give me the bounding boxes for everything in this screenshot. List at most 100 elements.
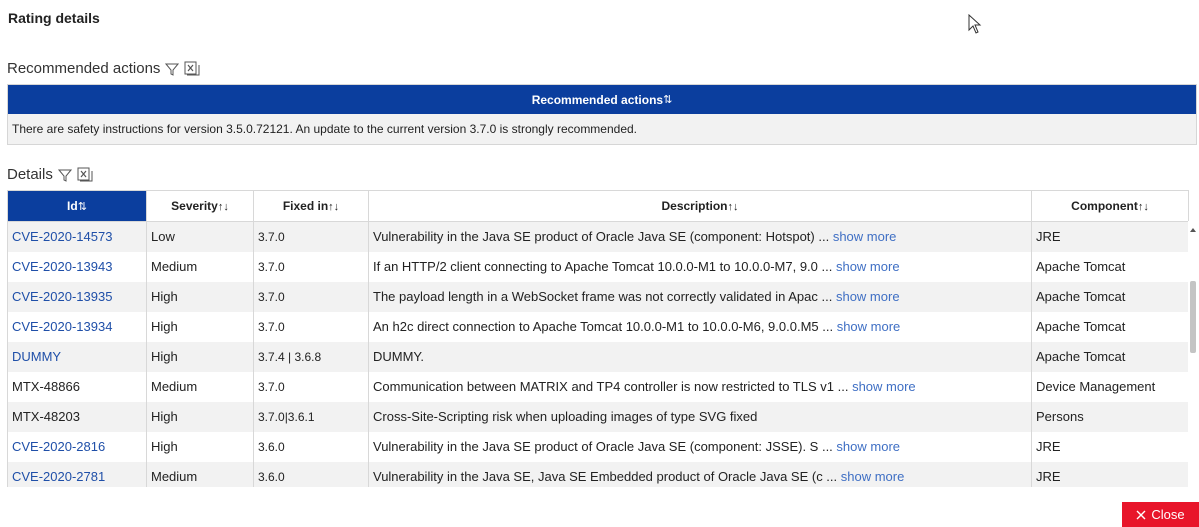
table-row[interactable]: MTX-48866 Medium 3.7.0 Communication betwee…: [7, 371, 1189, 402]
cell-id[interactable]: CVE-2020-13934: [7, 311, 147, 342]
sort-icon[interactable]: ⇅: [78, 201, 87, 213]
filter-icon[interactable]: [164, 61, 180, 77]
cell-component: Persons: [1031, 401, 1189, 432]
sort-icon[interactable]: ⇅: [663, 93, 672, 106]
cell-description: DUMMY.: [368, 341, 1032, 372]
show-more-link[interactable]: show more: [841, 469, 905, 484]
close-icon: [1136, 510, 1146, 519]
description-text: If an HTTP/2 client connecting to Apache…: [373, 259, 833, 274]
cell-fixed-in: 3.7.0: [253, 371, 369, 402]
cell-description: An h2c direct connection to Apache Tomca…: [368, 311, 1032, 342]
scrollbar-thumb[interactable]: [1190, 281, 1196, 353]
description-text: Cross-Site-Scripting risk when uploading…: [373, 409, 758, 424]
table-row[interactable]: CVE-2020-13934 High 3.7.0 An h2c direct con…: [7, 311, 1189, 342]
cell-component: JRE: [1031, 431, 1189, 462]
cell-id[interactable]: DUMMY: [7, 341, 147, 372]
column-header-fixed-in[interactable]: Fixed in↑↓: [253, 190, 369, 222]
cell-id[interactable]: CVE-2020-2781: [7, 461, 147, 487]
cell-description: Vulnerability in the Java SE product of …: [368, 431, 1032, 462]
cell-component: Apache Tomcat: [1031, 281, 1189, 312]
description-text: Vulnerability in the Java SE product of …: [373, 439, 833, 454]
excel-export-icon[interactable]: [184, 61, 200, 77]
table-row[interactable]: MTX-48203 High 3.7.0|3.6.1 Cross-Site-Scrip…: [7, 401, 1189, 432]
id-link[interactable]: CVE-2020-2781: [12, 469, 105, 484]
cell-severity: High: [146, 401, 254, 432]
recommended-actions-heading: Recommended actions: [7, 60, 200, 77]
cell-id: MTX-48203: [7, 401, 147, 432]
id-link[interactable]: CVE-2020-13935: [12, 289, 112, 304]
id-link[interactable]: CVE-2020-13934: [12, 319, 112, 334]
close-button[interactable]: Close: [1122, 502, 1199, 527]
show-more-link[interactable]: show more: [837, 319, 901, 334]
column-header-label: Component: [1071, 199, 1138, 213]
sort-icon[interactable]: ↑↓: [218, 201, 229, 213]
column-header-description[interactable]: Description↑↓: [368, 190, 1032, 222]
cell-description: Vulnerability in the Java SE product of …: [368, 221, 1032, 252]
cell-id[interactable]: CVE-2020-14573: [7, 221, 147, 252]
cell-component: JRE: [1031, 461, 1189, 487]
cell-fixed-in: 3.7.0: [253, 281, 369, 312]
id-link[interactable]: CVE-2020-13943: [12, 259, 112, 274]
cell-severity: High: [146, 341, 254, 372]
id-link[interactable]: CVE-2020-2816: [12, 439, 105, 454]
sort-icon[interactable]: ↑↓: [728, 201, 739, 213]
table-row[interactable]: CVE-2020-14573 Low 3.7.0 Vulnerability in t…: [7, 221, 1189, 252]
excel-export-icon[interactable]: [77, 167, 93, 183]
cell-fixed-in: 3.7.0: [253, 251, 369, 282]
details-heading: Details: [7, 166, 93, 183]
cell-severity: Medium: [146, 461, 254, 487]
column-header-severity[interactable]: Severity↑↓: [146, 190, 254, 222]
cell-severity: Medium: [146, 251, 254, 282]
table-row[interactable]: CVE-2020-13935 High 3.7.0 The payload lengt…: [7, 281, 1189, 312]
details-label: Details: [7, 166, 53, 183]
mouse-cursor-icon: [968, 14, 982, 34]
cell-fixed-in: 3.6.0: [253, 461, 369, 487]
sort-icon[interactable]: ↑↓: [328, 201, 339, 213]
vertical-scrollbar[interactable]: [1188, 221, 1197, 487]
column-header-label: Fixed in: [282, 199, 329, 213]
page-title: Rating details: [8, 10, 100, 26]
recommended-actions-header[interactable]: Recommended actions ⇅: [8, 85, 1196, 114]
id-text: MTX-48203: [12, 409, 80, 424]
show-more-link[interactable]: show more: [836, 259, 900, 274]
details-table: Id⇅ Severity↑↓ Fixed in↑↓ Description↑↓ …: [7, 190, 1189, 487]
cell-severity: High: [146, 281, 254, 312]
description-text: Communication between MATRIX and TP4 con…: [373, 379, 849, 394]
description-text: The payload length in a WebSocket frame …: [373, 289, 833, 304]
filter-icon[interactable]: [57, 167, 73, 183]
table-row[interactable]: DUMMY High 3.7.4 | 3.6.8 DUMMY. Apache Tomca…: [7, 341, 1189, 372]
cell-fixed-in: 3.7.4 | 3.6.8: [253, 341, 369, 372]
table-row[interactable]: CVE-2020-2781 Medium 3.6.0 Vulnerability in…: [7, 461, 1189, 487]
cell-severity: High: [146, 311, 254, 342]
cell-id[interactable]: CVE-2020-13935: [7, 281, 147, 312]
details-table-container: Id⇅ Severity↑↓ Fixed in↑↓ Description↑↓ …: [7, 190, 1197, 487]
column-header-label: Id: [67, 199, 78, 213]
cell-description: The payload length in a WebSocket frame …: [368, 281, 1032, 312]
sort-icon[interactable]: ↑↓: [1138, 201, 1149, 213]
column-header-label: Description: [661, 199, 728, 213]
cell-id[interactable]: CVE-2020-2816: [7, 431, 147, 462]
table-row[interactable]: CVE-2020-13943 Medium 3.7.0 If an HTTP/2 cl…: [7, 251, 1189, 282]
show-more-link[interactable]: show more: [852, 379, 916, 394]
show-more-link[interactable]: show more: [836, 289, 900, 304]
description-text: An h2c direct connection to Apache Tomca…: [373, 319, 834, 334]
cell-severity: High: [146, 431, 254, 462]
cell-component: JRE: [1031, 221, 1189, 252]
column-header-component[interactable]: Component↑↓: [1031, 190, 1189, 222]
cell-id[interactable]: CVE-2020-13943: [7, 251, 147, 282]
show-more-link[interactable]: show more: [833, 229, 897, 244]
cell-description: Vulnerability in the Java SE, Java SE Em…: [368, 461, 1032, 487]
cell-fixed-in: 3.7.0: [253, 221, 369, 252]
show-more-link[interactable]: show more: [836, 439, 900, 454]
recommended-actions-header-label: Recommended actions: [531, 92, 664, 107]
cell-description: If an HTTP/2 client connecting to Apache…: [368, 251, 1032, 282]
description-text: DUMMY.: [373, 349, 425, 364]
id-link[interactable]: CVE-2020-14573: [12, 229, 112, 244]
cell-severity: Medium: [146, 371, 254, 402]
recommended-actions-label: Recommended actions: [7, 60, 161, 77]
id-link[interactable]: DUMMY: [12, 349, 61, 364]
cell-component: Device Management: [1031, 371, 1189, 402]
scroll-up-arrow-icon[interactable]: [1190, 228, 1196, 232]
table-row[interactable]: CVE-2020-2816 High 3.6.0 Vulnerability in t…: [7, 431, 1189, 462]
column-header-id[interactable]: Id⇅: [7, 190, 147, 222]
